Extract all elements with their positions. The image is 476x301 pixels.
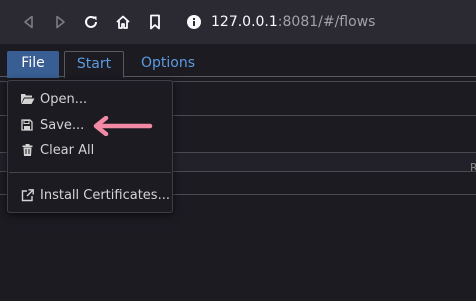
url-host: 127.0.0.1 <box>211 14 278 30</box>
tab-start[interactable]: Start <box>64 51 124 78</box>
home-icon[interactable] <box>111 10 135 34</box>
column-header-fragment: R <box>470 161 476 174</box>
menu-item-install-certificates[interactable]: Install Certificates... <box>8 184 172 206</box>
bookmark-icon[interactable] <box>143 10 167 34</box>
trash-icon <box>19 142 35 158</box>
floppy-disk-icon <box>19 117 35 133</box>
menu-divider <box>9 172 171 173</box>
browser-toolbar: 127.0.0.1:8081/#/flows <box>0 0 476 44</box>
url-path: :8081/#/flows <box>277 14 376 30</box>
folder-open-icon <box>19 91 35 107</box>
tab-options[interactable]: Options <box>132 51 204 78</box>
file-dropdown-menu: Open... Save... Clear All Install Certif… <box>7 80 173 213</box>
menu-item-label: Clear All <box>40 142 95 158</box>
back-icon[interactable] <box>17 10 41 34</box>
tab-file[interactable]: File <box>7 51 59 78</box>
menu-item-label: Open... <box>40 91 88 107</box>
menu-item-label: Save... <box>40 117 85 133</box>
annotation-arrow <box>93 116 153 136</box>
info-icon[interactable] <box>184 12 204 32</box>
external-link-icon <box>19 187 35 203</box>
menu-item-open[interactable]: Open... <box>8 88 172 110</box>
menu-bar: File Start Options <box>0 44 476 78</box>
url-bar[interactable]: 127.0.0.1:8081/#/flows <box>211 13 375 31</box>
app-area: File Start Options R Open... Save... Cle… <box>0 44 476 301</box>
menu-item-clear-all[interactable]: Clear All <box>8 139 172 161</box>
forward-icon[interactable] <box>48 10 72 34</box>
menu-item-label: Install Certificates... <box>40 187 170 203</box>
reload-icon[interactable] <box>79 10 103 34</box>
